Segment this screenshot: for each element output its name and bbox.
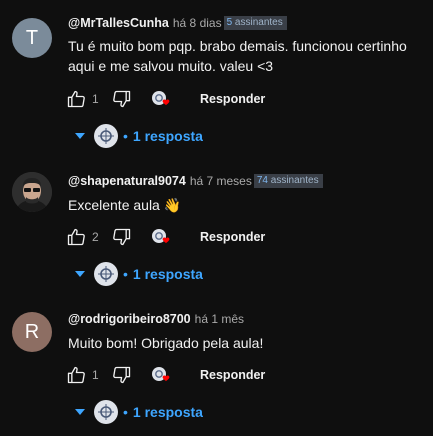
badge-count: 5 <box>226 17 233 28</box>
badge-count: 74 <box>256 175 268 186</box>
replies-count: 1 resposta <box>132 404 203 420</box>
avatar[interactable]: R <box>12 312 52 352</box>
reply-button[interactable]: Responder <box>200 368 265 382</box>
comment-author[interactable]: @rodrigoribeiro8700 <box>68 312 191 326</box>
subscriber-badge: 74 assinantes <box>253 174 323 188</box>
comment-actions: 1 Responder <box>66 88 265 110</box>
separator-dot: • <box>123 128 128 144</box>
comment-actions: 1 Responder <box>66 364 265 386</box>
badge-text: assinantes <box>270 175 319 186</box>
caret-down-icon <box>74 403 86 421</box>
creator-heart-icon <box>150 364 174 386</box>
avatar[interactable]: T <box>12 18 52 58</box>
creator-avatar <box>94 400 118 424</box>
separator-dot: • <box>123 404 128 420</box>
replies-count: 1 resposta <box>132 128 203 144</box>
view-replies-button[interactable]: • 1 resposta <box>74 399 203 425</box>
avatar-letter: R <box>24 320 40 343</box>
comment-actions: 2 Responder <box>66 226 265 248</box>
comment-header: @MrTallesCunha há 8 dias 5 assinantes <box>68 14 287 32</box>
thumb-up-icon[interactable] <box>66 227 86 247</box>
comment-time[interactable]: há 1 mês <box>195 312 244 326</box>
avatar[interactable] <box>12 172 52 212</box>
thumb-up-icon[interactable] <box>66 365 86 385</box>
comment-header: @rodrigoribeiro8700 há 1 mês <box>68 310 244 328</box>
comment-header: @shapenatural9074 há 7 meses 74 assinant… <box>68 172 323 190</box>
reply-button[interactable]: Responder <box>200 92 265 106</box>
thumb-down-icon[interactable] <box>112 227 132 247</box>
caret-down-icon <box>74 265 86 283</box>
subscriber-badge: 5 assinantes <box>223 16 287 30</box>
thumb-down-icon[interactable] <box>112 89 132 109</box>
view-replies-button[interactable]: • 1 resposta <box>74 261 203 287</box>
avatar-letter: T <box>25 26 39 49</box>
replies-count: 1 resposta <box>132 266 203 282</box>
comment-text: Tu é muito bom pqp. brabo demais. funcio… <box>68 38 407 74</box>
comment-author[interactable]: @MrTallesCunha <box>68 16 169 30</box>
like-count: 2 <box>92 230 99 244</box>
comment-text: Muito bom! Obrigado pela aula! <box>68 335 264 351</box>
creator-avatar <box>94 262 118 286</box>
like-count: 1 <box>92 92 99 106</box>
reply-button[interactable]: Responder <box>200 230 265 244</box>
like-count: 1 <box>92 368 99 382</box>
creator-heart-icon <box>150 88 174 110</box>
creator-heart-icon <box>150 226 174 248</box>
badge-text: assinantes <box>234 17 283 28</box>
creator-avatar <box>94 124 118 148</box>
comment-time[interactable]: há 8 dias <box>173 16 222 30</box>
caret-down-icon <box>74 127 86 145</box>
comment-author[interactable]: @shapenatural9074 <box>68 174 186 188</box>
view-replies-button[interactable]: • 1 resposta <box>74 123 203 149</box>
comment-time[interactable]: há 7 meses <box>190 174 252 188</box>
thumb-down-icon[interactable] <box>112 365 132 385</box>
separator-dot: • <box>123 266 128 282</box>
thumb-up-icon[interactable] <box>66 89 86 109</box>
comment-text: Excelente aula 👋 <box>68 197 182 213</box>
